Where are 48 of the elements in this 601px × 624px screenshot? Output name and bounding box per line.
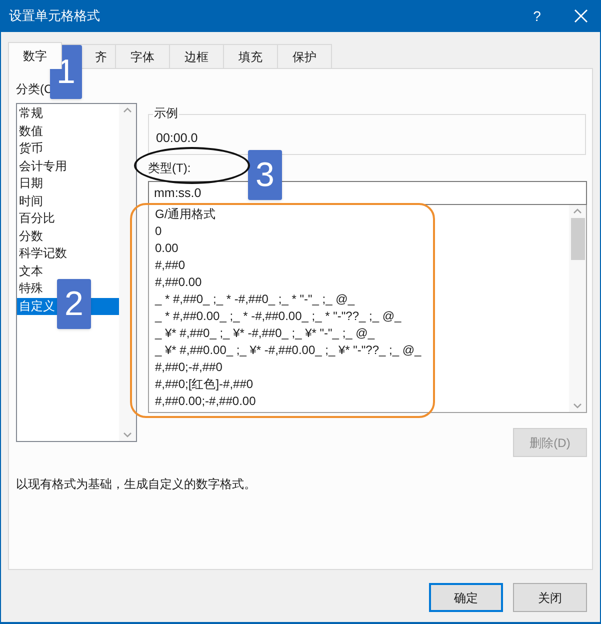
category-item[interactable]: 百分比 [17,210,56,228]
scroll-up-icon[interactable] [123,107,132,113]
category-item[interactable]: 分数 [17,228,44,245]
category-item[interactable]: 时间 [17,192,44,210]
dialog-button[interactable]: 关闭 [513,583,587,612]
description-text: 以现有格式为基础，生成自定义的数字格式。 [16,476,256,493]
format-item[interactable]: #,##0.00 [155,274,569,291]
format-item[interactable]: #,##0 [155,257,569,274]
category-item[interactable]: 日期 [17,175,44,192]
tab[interactable]: 字体 [130,48,154,66]
format-item[interactable]: _ ¥* #,##0_ ;_ ¥* -#,##0_ ;_ ¥* "-"_ ;_ @_ [155,325,569,342]
category-item[interactable]: 特殊 [17,280,44,298]
number-badge: 3 [248,150,282,200]
scrollbar[interactable] [569,205,586,412]
scroll-down-icon[interactable] [573,403,582,409]
scroll-down-icon[interactable] [123,432,132,438]
tab[interactable]: 齐 [95,48,107,66]
format-item[interactable]: #,##0.00;-#,##0.00 [155,393,569,410]
format-item[interactable]: #,##0;-#,##0 [155,359,569,376]
category-item[interactable]: 文本 [17,262,44,280]
close-button[interactable] [573,8,589,24]
format-item[interactable]: _ * #,##0.00_ ;_ * -#,##0.00_ ;_ * "-"??_ ;_ @_ [155,308,569,325]
scrollbar[interactable] [119,104,136,441]
format-item[interactable]: 0.00 [155,240,569,257]
help-button[interactable]: ? [523,6,551,26]
tab[interactable]: 保护 [292,48,316,66]
category-item[interactable]: 自定义 [17,298,56,315]
dialog-button[interactable]: 确定 [429,583,503,612]
format-item[interactable]: G/通用格式 [155,206,569,223]
format-item[interactable]: _ * #,##0_ ;_ * -#,##0_ ;_ * "-"_ ;_ @_ [155,291,569,308]
window-title: 设置单元格格式 [9,7,101,26]
number-badge: 2 [57,279,91,329]
format-item[interactable]: 0 [155,223,569,240]
sample-value: 00:00.0 [156,130,198,147]
scroll-thumb[interactable] [570,218,584,260]
scroll-up-icon[interactable] [573,208,582,214]
category-item[interactable]: 货币 [17,140,44,158]
category-item[interactable]: 科学记数 [17,245,68,262]
format-item[interactable]: #,##0;[红色]-#,##0 [155,376,569,393]
category-item[interactable]: 数值 [17,122,44,140]
category-item[interactable]: 会计专用 [17,158,68,175]
tab[interactable]: 边框 [184,48,208,66]
type-label: 类型(T): [148,160,191,177]
format-item[interactable]: _ ¥* #,##0.00_ ;_ ¥* -#,##0.00_ ;_ ¥* "-"??_ ;_ @_ [155,342,569,359]
category-item[interactable]: 常规 [17,105,44,122]
close-icon [574,9,588,23]
tab[interactable]: 填充 [238,48,262,66]
format-list[interactable] [148,205,587,413]
